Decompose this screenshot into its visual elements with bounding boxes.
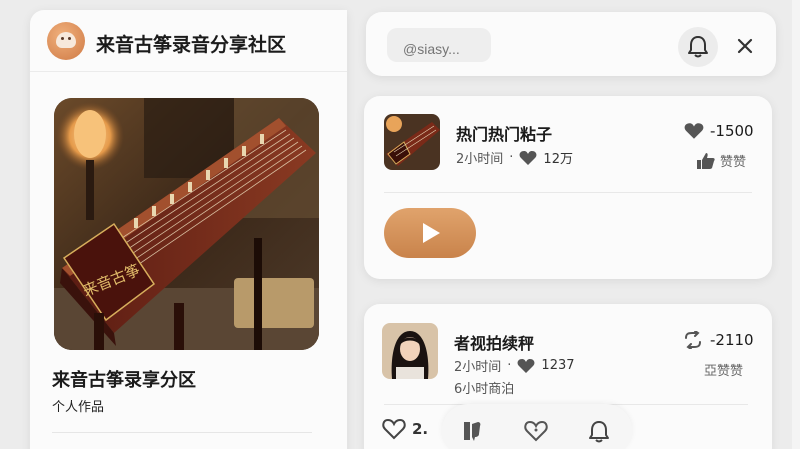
post-stat[interactable]: -1500 bbox=[684, 122, 754, 140]
post-extra-info: 6小时商泊 bbox=[454, 382, 515, 397]
heart-icon bbox=[684, 123, 704, 139]
like-label[interactable]: 亞赞赞 bbox=[704, 360, 743, 379]
separator-dot: · bbox=[507, 358, 512, 373]
heart-outline-icon[interactable] bbox=[524, 420, 548, 442]
separator-dot: · bbox=[509, 150, 514, 165]
divider bbox=[384, 192, 752, 193]
album-subtitle: 个人作品 bbox=[52, 400, 105, 415]
action-bar bbox=[442, 404, 632, 449]
stat-value: -1500 bbox=[710, 122, 754, 140]
app-logo-icon[interactable] bbox=[47, 22, 85, 60]
scroll-edge bbox=[792, 0, 800, 449]
album-title: 来音古筝录享分区 bbox=[52, 370, 196, 391]
post-meta: 2小时间 · 12万 bbox=[456, 148, 573, 167]
search-input[interactable] bbox=[387, 28, 491, 62]
app-title: 来音古筝录音分享社区 bbox=[96, 34, 287, 56]
bell-icon[interactable] bbox=[588, 420, 610, 444]
like-count: 2. bbox=[412, 420, 429, 438]
heart-outline-icon bbox=[382, 418, 406, 440]
post-time: 2小时间 bbox=[454, 360, 502, 375]
post-thumbnail[interactable] bbox=[384, 114, 440, 170]
notification-button[interactable] bbox=[678, 27, 718, 67]
play-button[interactable] bbox=[384, 208, 476, 258]
post-time: 2小时间 bbox=[456, 152, 504, 167]
dislike-icon[interactable] bbox=[460, 420, 484, 442]
like-button[interactable]: 2. bbox=[382, 418, 428, 440]
bell-icon bbox=[688, 36, 708, 58]
post-title[interactable]: 热门热门粘子 bbox=[456, 121, 552, 145]
post-thumbnail[interactable] bbox=[382, 323, 438, 379]
app-header: 来音古筝录音分享社区 bbox=[30, 10, 347, 72]
album-panel: 来音古筝录音分享社区 来音古筝 来音古筝录享分区 个人作品 bbox=[30, 10, 347, 449]
post-title[interactable]: 者视拍续秤 bbox=[454, 330, 534, 354]
repost-icon bbox=[685, 331, 701, 349]
like-count: 12万 bbox=[543, 152, 573, 167]
thumbs-up-button[interactable]: 赞赞 bbox=[696, 151, 746, 170]
repost-stat[interactable]: -2110 bbox=[682, 331, 754, 349]
heart-icon bbox=[517, 358, 535, 373]
like-label: 赞赞 bbox=[720, 155, 747, 170]
post-card[interactable]: 热门热门粘子 2小时间 · 12万 -1500 赞赞 bbox=[364, 96, 772, 279]
thumbs-up-icon bbox=[697, 152, 715, 169]
guzheng-photo[interactable]: 来音古筝 bbox=[54, 98, 319, 350]
close-icon[interactable] bbox=[736, 37, 754, 55]
heart-icon bbox=[519, 150, 537, 165]
post-meta: 2小时间 · 1237 bbox=[454, 356, 575, 375]
like-count: 1237 bbox=[541, 358, 575, 373]
stat-value: -2110 bbox=[710, 331, 754, 349]
divider bbox=[52, 432, 312, 433]
top-bar bbox=[366, 12, 776, 76]
